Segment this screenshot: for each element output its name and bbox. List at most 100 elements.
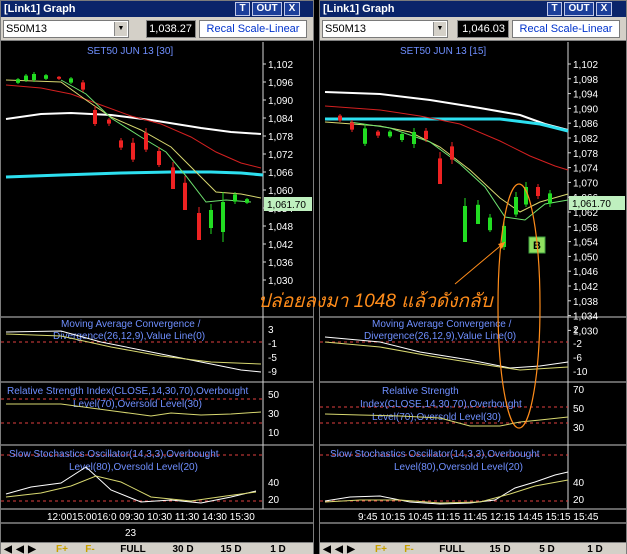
price-tick-label: 1,082 (573, 134, 598, 145)
left-zoom-out-button[interactable]: F- (79, 543, 101, 554)
green-moving-average-line (60, 79, 252, 203)
scroll-first-icon[interactable]: ◀ (322, 543, 332, 554)
price-tick-label: 1,070 (573, 178, 598, 189)
macd-tick-label: -10 (573, 367, 588, 378)
candle-body (233, 194, 237, 202)
candle-body (171, 167, 175, 189)
left-30d-button[interactable]: 30 D (163, 543, 203, 554)
candle-body (209, 210, 213, 228)
left-symbol-select[interactable]: S50M13 ▼ (3, 20, 129, 38)
scroll-next-icon[interactable]: ▶ (27, 543, 37, 554)
macd-label: Divergence(26,12,9),Value Line(0) (364, 331, 516, 342)
chevron-down-icon[interactable]: ▼ (433, 22, 446, 36)
price-tick-label: 1,102 (573, 60, 598, 71)
price-tick-label: 1,050 (573, 252, 598, 263)
price-tick-label: 1,078 (573, 149, 598, 160)
right-close-button[interactable]: X (596, 2, 612, 16)
scroll-first-icon[interactable]: ◀ (3, 543, 13, 554)
candle-body (536, 187, 540, 196)
right-window-title: [Link1] Graph (323, 3, 395, 15)
stochastic-k-line (324, 471, 569, 505)
macd-tick-label: -2 (573, 339, 582, 350)
right-t-button[interactable]: T (547, 2, 562, 16)
candle-body (24, 75, 28, 81)
price-tick-label: 1,072 (268, 150, 293, 161)
right-5d-button[interactable]: 5 D (532, 543, 562, 554)
last-price-label: 1,061.70 (572, 199, 611, 210)
candle-body (69, 78, 73, 83)
right-footer-bar: ◀ ◀ ▶ F+ F- FULL 15 D 5 D 1 D (320, 542, 626, 554)
chevron-down-icon[interactable]: ▼ (114, 22, 127, 36)
right-toolbar: S50M13 ▼ 1,046.03 Recal Scale-Linear (320, 17, 626, 41)
candle-body (157, 151, 161, 165)
right-price-field: 1,046.03 (457, 20, 509, 38)
price-tick-label: 1,084 (268, 114, 293, 125)
candle-body (450, 146, 454, 160)
annotation-text: ปล่อยลงมา 1048 แล้วดังกลับ (258, 291, 493, 312)
highlight-ellipse (497, 183, 541, 429)
candle-body (363, 128, 367, 144)
left-recal-scale-button[interactable]: Recal Scale-Linear (199, 20, 307, 38)
chart-title: SET50 JUN 13 [30] (87, 46, 173, 57)
scroll-prev-icon[interactable]: ◀ (334, 543, 344, 554)
left-price-field: 1,038.27 (146, 20, 196, 38)
scroll-next-icon[interactable]: ▶ (346, 543, 356, 554)
left-footer-bar: ◀ ◀ ▶ F+ F- FULL 30 D 15 D 1 D (1, 542, 313, 554)
rsi-label: Relative Strength Index(CLOSE,14,30,70),… (7, 386, 248, 397)
left-t-button[interactable]: T (235, 2, 250, 16)
yellow-moving-average-line (324, 121, 569, 213)
left-15d-button[interactable]: 15 D (211, 543, 251, 554)
cyan-moving-average-line (5, 170, 264, 179)
green-moving-average-line (349, 121, 569, 221)
left-1d-button[interactable]: 1 D (263, 543, 293, 554)
right-out-button[interactable]: OUT (564, 2, 594, 16)
candle-body (81, 82, 85, 90)
candle-body (350, 122, 354, 130)
stochastic-label: Level(80),Oversold Level(20) (69, 462, 198, 473)
right-15d-button[interactable]: 15 D (480, 543, 520, 554)
stochastic-label: Level(80),Oversold Level(20) (394, 462, 523, 473)
candle-body (476, 204, 480, 224)
right-1d-button[interactable]: 1 D (580, 543, 610, 554)
macd-tick-label: -1 (268, 339, 277, 350)
right-zoom-out-button[interactable]: F- (398, 543, 420, 554)
candle-body (32, 74, 36, 80)
annotation-arrow-line (454, 241, 506, 285)
candle-body (221, 202, 225, 232)
candle-body (44, 75, 48, 79)
price-tick-label: 1,036 (268, 258, 293, 269)
price-tick-label: 1,054 (573, 238, 598, 249)
left-zoom-in-button[interactable]: F+ (51, 543, 73, 554)
macd-label: Divergence(26,12,9),Value Line(0) (53, 331, 205, 342)
right-graph-window: [Link1] Graph T OUT X S50M13 ▼ 1,046.03 R… (319, 0, 627, 554)
rsi-tick-label: 50 (573, 404, 585, 415)
stochastic-tick-label: 20 (268, 495, 280, 506)
right-recal-scale-button[interactable]: Recal Scale-Linear (512, 20, 620, 38)
time-axis-labels: 9:45 10:15 10:45 11:15 11:45 12:15 14:45… (358, 512, 599, 523)
chart-title: SET50 JUN 13 [15] (400, 46, 486, 57)
right-symbol-select[interactable]: S50M13 ▼ (322, 20, 448, 38)
candle-body (514, 197, 518, 215)
candle-body (424, 130, 428, 140)
left-full-button[interactable]: FULL (113, 543, 153, 554)
right-zoom-in-button[interactable]: F+ (370, 543, 392, 554)
candle-body (438, 158, 442, 184)
left-window-title: [Link1] Graph (4, 3, 76, 15)
right-full-button[interactable]: FULL (432, 543, 472, 554)
left-close-button[interactable]: X (284, 2, 300, 16)
left-out-button[interactable]: OUT (252, 2, 282, 16)
macd-tick-label: 2 (573, 325, 579, 336)
candle-body (57, 76, 61, 79)
price-tick-label: 1,060 (268, 186, 293, 197)
rsi-tick-label: 50 (268, 390, 280, 401)
candle-body (548, 193, 552, 204)
price-tick-label: 1,090 (268, 96, 293, 107)
candle-body (144, 132, 148, 150)
candle-body (412, 132, 416, 144)
stochastic-label: Slow Stochastics Oscillator(14,3,3),Over… (330, 449, 540, 460)
scroll-prev-icon[interactable]: ◀ (15, 543, 25, 554)
candle-body (400, 134, 404, 140)
desktop: [Link1] Graph T OUT X S50M13 ▼ 1,038.27 R… (0, 0, 627, 554)
price-tick-label: 1,034 (573, 312, 598, 323)
candle-body (488, 217, 492, 231)
